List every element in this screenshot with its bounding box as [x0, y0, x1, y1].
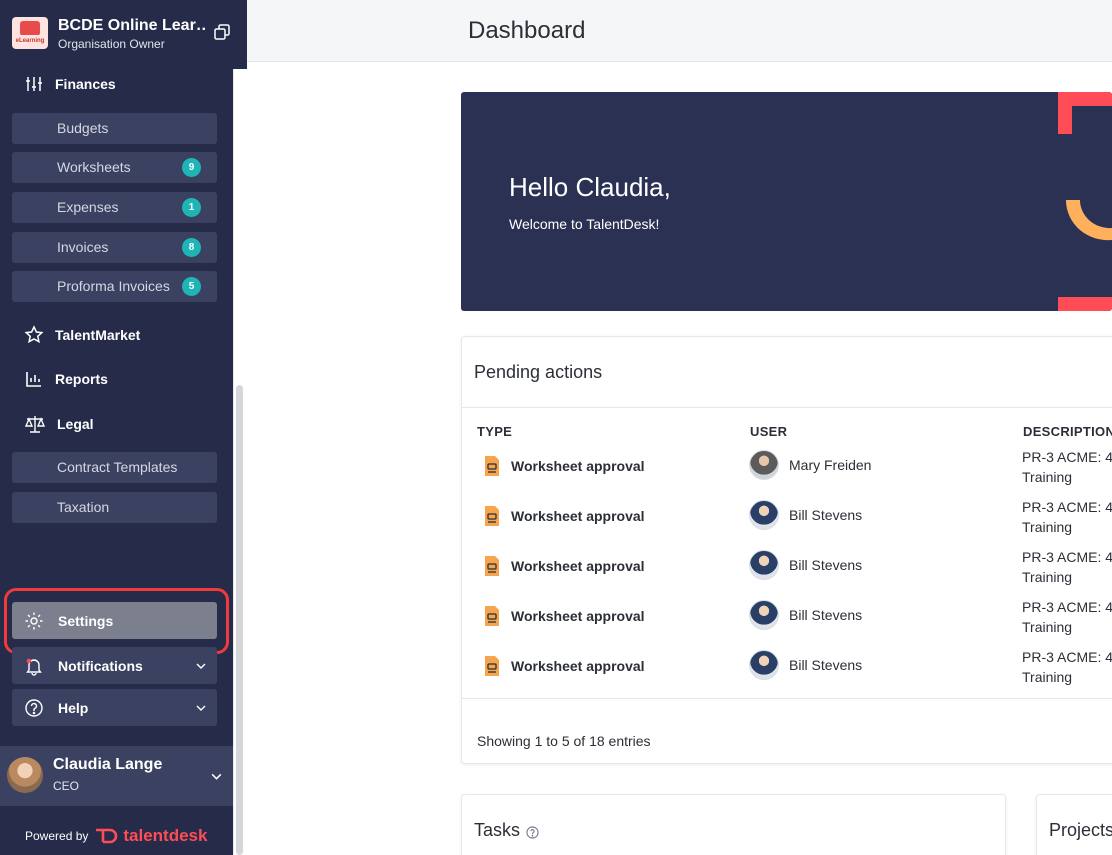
column-header-description: DESCRIPTION [1023, 424, 1112, 439]
talentdesk-logo: talentdesk [94, 826, 207, 846]
org-logo: eLearning [12, 17, 48, 49]
bell-icon [26, 658, 42, 676]
nav-finances-label: Finances [55, 76, 116, 92]
avatar [749, 650, 779, 680]
worksheet-icon [485, 606, 499, 626]
sidebar-scrollbar-thumb[interactable] [236, 385, 243, 855]
chevron-down-icon [196, 705, 206, 711]
help-circle-icon[interactable] [526, 825, 539, 839]
welcome-banner: Hello Claudia, Welcome to TalentDesk! [461, 92, 1112, 311]
nav-legal[interactable]: Legal [24, 414, 94, 434]
pending-actions-title: Pending actions [474, 362, 603, 382]
table-row[interactable]: Worksheet approval Bill Stevens PR-3 ACM… [462, 549, 1112, 605]
user-role: CEO [53, 779, 80, 793]
sidebar-item-budgets[interactable]: Budgets [12, 113, 217, 144]
chevron-down-icon [211, 773, 222, 780]
avatar [749, 550, 779, 580]
top-bar: Dashboard [247, 0, 1112, 62]
table-row[interactable]: Worksheet approval Bill Stevens PR-3 ACM… [462, 499, 1112, 555]
org-header[interactable]: eLearning BCDE Online Lear… Organisation… [0, 0, 247, 69]
sidebar-item-notifications[interactable]: Notifications [12, 647, 217, 684]
column-header-type: TYPE [477, 424, 513, 439]
nav-finances[interactable]: Finances [24, 74, 116, 94]
entries-count: Showing 1 to 5 of 18 entries [477, 733, 651, 749]
projects-title: Projects [1049, 820, 1112, 840]
nav-reports[interactable]: Reports [24, 369, 108, 389]
count-badge: 5 [182, 277, 201, 296]
sliders-icon [26, 77, 42, 91]
user-menu[interactable]: Claudia Lange CEO [0, 746, 233, 806]
chevron-down-icon [196, 663, 206, 669]
avatar [749, 600, 779, 630]
worksheet-icon [485, 506, 499, 526]
sidebar-item-expenses[interactable]: Expenses 1 [12, 192, 217, 223]
highlight-ring [4, 588, 229, 654]
user-name: Claudia Lange [53, 756, 163, 773]
star-icon [24, 325, 44, 344]
sidebar-item-contract-templates[interactable]: Contract Templates [12, 452, 217, 483]
decorative-bar [1058, 297, 1112, 311]
nav-talentmarket[interactable]: TalentMarket [24, 325, 140, 345]
welcome-title: Hello Claudia, [509, 172, 671, 202]
sidebar-item-proforma-invoices[interactable]: Proforma Invoices 5 [12, 271, 217, 302]
projects-card: Projects [1036, 794, 1112, 855]
sidebar-item-invoices[interactable]: Invoices 8 [12, 232, 217, 263]
decorative-bracket [1058, 92, 1112, 134]
tasks-title: Tasks [474, 820, 521, 840]
talentdesk-mark-icon [96, 828, 118, 844]
bar-chart-icon [26, 372, 41, 387]
decorative-arc [1066, 200, 1112, 241]
sidebar-item-help[interactable]: Help [12, 689, 217, 726]
avatar [7, 757, 43, 793]
worksheet-icon [485, 556, 499, 576]
switch-org-icon[interactable] [213, 23, 231, 41]
sidebar-item-worksheets[interactable]: Worksheets 9 [12, 152, 217, 183]
avatar [749, 500, 779, 530]
tasks-card: Tasks [461, 794, 1006, 855]
welcome-subtitle: Welcome to TalentDesk! [509, 216, 660, 232]
sidebar: eLearning BCDE Online Lear… Organisation… [0, 0, 247, 855]
org-role: Organisation Owner [58, 37, 165, 51]
org-name: BCDE Online Lear… [58, 17, 206, 34]
worksheet-icon [485, 656, 499, 676]
sidebar-item-taxation[interactable]: Taxation [12, 492, 217, 523]
help-circle-icon [25, 699, 43, 717]
worksheet-icon [485, 456, 499, 476]
count-badge: 9 [182, 158, 201, 177]
count-badge: 1 [182, 198, 201, 217]
count-badge: 8 [182, 238, 201, 257]
table-row[interactable]: Worksheet approval Mary Freiden PR-3 ACM… [462, 449, 1112, 505]
avatar [749, 450, 779, 480]
powered-by: Powered by talentdesk [25, 826, 208, 846]
scales-icon [24, 416, 46, 433]
column-header-user: USER [750, 424, 788, 439]
pending-actions-card: Pending actions TYPE USER DESCRIPTION Wo… [461, 336, 1112, 764]
table-row[interactable]: Worksheet approval Bill Stevens PR-3 ACM… [462, 599, 1112, 655]
page-title: Dashboard [468, 17, 586, 44]
